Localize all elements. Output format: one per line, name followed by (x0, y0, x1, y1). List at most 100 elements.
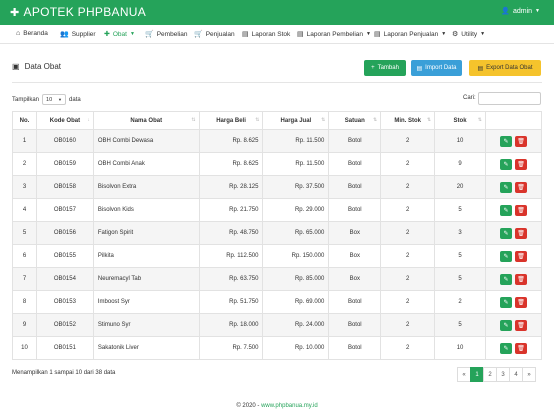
table-cell: 4 (12, 198, 37, 222)
edit-icon: ✎ (503, 345, 509, 352)
table-cell: Rp. 69.000 (262, 290, 330, 314)
chevron-down-icon: ▼ (58, 97, 63, 102)
trash-icon: 🗑 (517, 161, 525, 168)
table-cell: 5 (434, 267, 486, 291)
add-button[interactable]: + Tambah (364, 60, 406, 76)
nav-laporan-penjualan[interactable]: ▤ Laporan Penjualan ▼ (374, 30, 446, 39)
delete-button[interactable]: 🗑 (515, 181, 527, 193)
table-cell: 10 (434, 129, 486, 153)
edit-button[interactable]: ✎ (500, 250, 512, 262)
col-min-stok[interactable]: Min. Stok ⇅ (380, 111, 436, 130)
sort-icon: ⇅ (321, 117, 326, 123)
table-row: 10 OB0151 Sakatonik Liver Rp. 7.500 Rp. 10.0… (12, 336, 542, 360)
edit-button[interactable]: ✎ (500, 273, 512, 285)
search-input[interactable] (478, 92, 541, 105)
main-nav: ⌂ Beranda 👥 Supplier ✚ Obat ▼ 🛒 Pembelia… (0, 25, 554, 44)
page-length-select[interactable]: 10 ▼ (42, 94, 67, 105)
nav-laporan-stok[interactable]: ▤ Laporan Stok (242, 30, 290, 39)
table-cell: Imboost Syr (92, 290, 200, 314)
edit-icon: ✎ (503, 184, 509, 191)
export-button-label: Export Data Obat (486, 65, 533, 71)
user-name: admin (512, 7, 533, 15)
delete-button[interactable]: 🗑 (515, 158, 527, 170)
footer-text: © 2020 - (236, 403, 262, 409)
trash-icon: 🗑 (517, 207, 525, 214)
table-cell: Rp. 8.625 (198, 152, 264, 176)
table-cell: Rp. 150.000 (262, 244, 330, 268)
row-actions: ✎ 🗑 (485, 198, 542, 222)
nav-label: Penjualan (205, 30, 235, 38)
trash-icon: 🗑 (517, 253, 525, 260)
table-cell: 9 (434, 152, 486, 176)
table-cell: OB0158 (35, 175, 94, 199)
search-label: Cari: (463, 95, 476, 101)
table-cell: Bisolvon Kids (92, 198, 200, 222)
table-cell: Botol (328, 336, 382, 360)
user-menu[interactable]: 👤 admin ▼ (501, 7, 540, 16)
edit-button[interactable]: ✎ (500, 319, 512, 331)
table-cell: 2 (380, 290, 436, 314)
edit-icon: ✎ (503, 161, 509, 168)
table-cell: Rp. 11.500 (262, 152, 330, 176)
pagination-page[interactable]: 4 (509, 367, 523, 382)
data-table: No. Kode Obat ↓ Nama Obat ⇅ Harga Beli ⇅ Ha… (12, 111, 542, 360)
table-cell: 2 (380, 336, 436, 360)
col-nama-obat[interactable]: Nama Obat ⇅ (92, 111, 200, 130)
row-actions: ✎ 🗑 (485, 221, 542, 245)
table-cell: 5 (434, 244, 486, 268)
edit-button[interactable]: ✎ (500, 296, 512, 308)
col-kode-obat[interactable]: Kode Obat ↓ (35, 111, 94, 130)
edit-button[interactable]: ✎ (500, 181, 512, 193)
pagination-page[interactable]: 3 (496, 367, 510, 382)
col-harga-jual[interactable]: Harga Jual ⇅ (262, 111, 330, 130)
delete-button[interactable]: 🗑 (515, 204, 527, 216)
edit-button[interactable]: ✎ (500, 135, 512, 147)
edit-button[interactable]: ✎ (500, 342, 512, 354)
table-row: 6 OB0155 Pilkita Rp. 112.500 Rp. 150.000 Box 2… (12, 244, 542, 268)
delete-button[interactable]: 🗑 (515, 273, 527, 285)
home-icon: ⌂ (16, 30, 21, 37)
nav-label: Pembelian (156, 30, 188, 38)
edit-button[interactable]: ✎ (500, 227, 512, 239)
col-harga-beli[interactable]: Harga Beli ⇅ (198, 111, 264, 130)
col-no[interactable]: No. (12, 111, 37, 130)
table-cell: Box (328, 221, 382, 245)
brand[interactable]: ✚ APOTEK PHPBANUA (10, 5, 146, 19)
nav-label: Laporan Pembelian (306, 30, 363, 38)
nav-penjualan[interactable]: 🛒 Penjualan (194, 30, 235, 39)
delete-button[interactable]: 🗑 (515, 250, 527, 262)
page-length-value: 10 (46, 96, 53, 103)
row-actions: ✎ 🗑 (485, 152, 542, 176)
edit-button[interactable]: ✎ (500, 204, 512, 216)
nav-laporan-pembelian[interactable]: ▤ Laporan Pembelian ▼ (297, 30, 371, 39)
nav-pembelian[interactable]: 🛒 Pembelian (145, 30, 188, 39)
delete-button[interactable]: 🗑 (515, 135, 527, 147)
trash-icon: 🗑 (517, 138, 525, 145)
delete-button[interactable]: 🗑 (515, 227, 527, 239)
table-cell: Box (328, 244, 382, 268)
table-info: Menampilkan 1 sampai 10 dari 38 data (12, 370, 116, 376)
edit-button[interactable]: ✎ (500, 158, 512, 170)
table-cell: Rp. 21.750 (198, 198, 264, 222)
pagination-page[interactable]: 2 (483, 367, 497, 382)
nav-obat[interactable]: ✚ Obat ▼ (104, 30, 135, 39)
nav-utility[interactable]: ⚙ Utility ▼ (452, 30, 485, 39)
table-cell: Botol (328, 129, 382, 153)
col-stok[interactable]: Stok ⇅ (434, 111, 486, 130)
users-icon: 👥 (60, 31, 69, 38)
pagination-next[interactable]: » (522, 367, 536, 382)
table-cell: Neuremacyl Tab (92, 267, 200, 291)
col-satuan[interactable]: Satuan ⇅ (328, 111, 382, 130)
delete-button[interactable]: 🗑 (515, 296, 527, 308)
nav-supplier[interactable]: 👥 Supplier (60, 30, 96, 39)
import-button[interactable]: ▤ Import Data (411, 60, 462, 76)
nav-beranda[interactable]: ⌂ Beranda (16, 30, 48, 37)
pagination-page[interactable]: 1 (470, 367, 484, 382)
delete-button[interactable]: 🗑 (515, 342, 527, 354)
export-button[interactable]: ▤ Export Data Obat (469, 60, 541, 76)
footer-link[interactable]: www.phpbanua.my.id (261, 403, 318, 409)
delete-button[interactable]: 🗑 (515, 319, 527, 331)
page-title-text: Data Obat (24, 62, 62, 71)
table-cell: 2 (380, 198, 436, 222)
pagination-prev[interactable]: « (457, 367, 471, 382)
